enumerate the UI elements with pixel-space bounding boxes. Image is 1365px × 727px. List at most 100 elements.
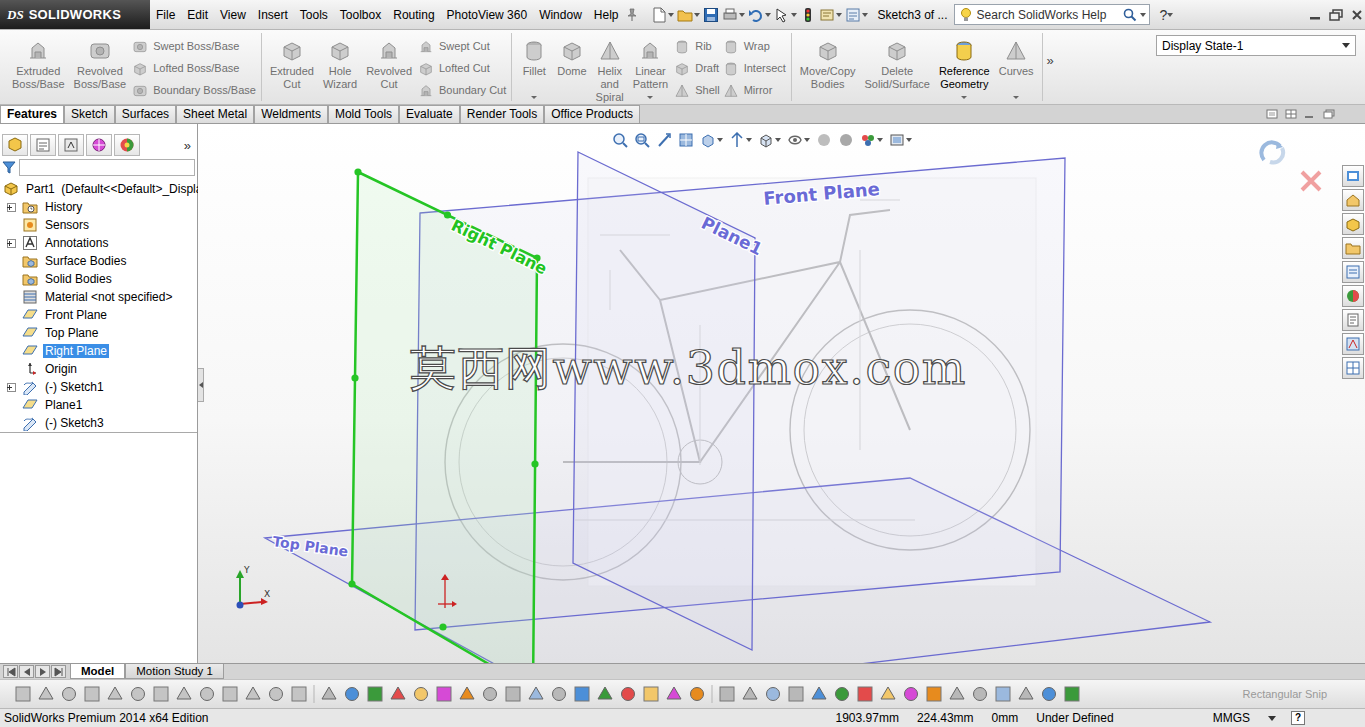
sketch-tool-icon[interactable] [810,685,828,703]
command-tab[interactable]: Mold Tools [328,105,399,123]
tree-item[interactable]: Top Plane [0,324,197,342]
expand-toggle[interactable] [7,383,16,392]
toolbar-button[interactable] [703,7,719,23]
task-pane-tab[interactable] [1342,189,1364,211]
tab-scroll-button[interactable] [35,665,50,678]
restore-icon[interactable] [1329,9,1343,21]
sketch-tool-icon[interactable] [833,685,851,703]
search-input[interactable] [977,8,1120,22]
sketch-tool-icon[interactable] [1063,685,1081,703]
panel-overflow[interactable]: » [184,138,195,153]
sketch-tool-icon[interactable] [244,685,262,703]
viewport-window-icon[interactable] [1323,109,1335,119]
tree-item[interactable]: Material <not specified> [0,288,197,306]
model-scene[interactable]: 莫西网www.3dmox.comFront PlaneRight PlanePl… [198,124,1340,663]
model-tab[interactable]: Motion Study 1 [125,664,224,679]
sketch-tool-icon[interactable] [366,685,384,703]
sketch-tool-icon[interactable] [764,685,782,703]
sketch-tool-icon[interactable] [994,685,1012,703]
toolbar-button[interactable] [819,7,842,23]
sketch-tool-icon[interactable] [718,685,736,703]
sketch-tool-icon[interactable] [481,685,499,703]
plane-handle[interactable] [348,580,355,587]
menu-item[interactable]: Help [588,8,625,22]
ribbon-button[interactable]: Reference Geometry [936,33,993,101]
ribbon-small-button[interactable]: Lofted Boss/Base [132,58,256,79]
feature-manager-tab[interactable] [2,134,28,156]
menu-item[interactable]: Toolbox [334,8,387,22]
task-pane-tab[interactable] [1342,213,1364,235]
command-tab[interactable]: Render Tools [460,105,545,123]
sketch-tool-icon[interactable] [435,685,453,703]
view-tool-button[interactable] [758,132,781,148]
tree-item[interactable]: History [0,198,197,216]
sketch-tool-icon[interactable] [741,685,759,703]
search-box[interactable] [954,4,1150,25]
sketch-tool-icon[interactable] [856,685,874,703]
tree-item[interactable]: Sensors [0,216,197,234]
view-tool-button[interactable] [634,132,650,148]
ribbon-small-button[interactable]: Mirror [723,80,786,101]
view-tool-button[interactable] [838,132,854,148]
viewport-window-icon[interactable] [1266,109,1278,119]
view-tool-button[interactable] [787,132,810,148]
tree-item[interactable]: Right Plane [0,342,197,360]
tree-item[interactable]: Annotations [0,234,197,252]
graphics-area[interactable]: 莫西网www.3dmox.comFront PlaneRight PlanePl… [198,124,1340,663]
tree-root[interactable]: Part1 (Default<<Default>_Displa [0,180,197,198]
tree-item[interactable]: Surface Bodies [0,252,197,270]
plane-handle[interactable] [444,211,451,218]
ribbon-small-button[interactable]: Shell [674,80,719,101]
command-tab[interactable]: Office Products [544,105,640,123]
ribbon-button[interactable]: Revolved Cut [363,33,415,101]
sketch-tool-icon[interactable] [688,685,706,703]
sketch-tool-icon[interactable] [527,685,545,703]
sketch-tool-icon[interactable] [1040,685,1058,703]
ribbon-button[interactable]: Linear Pattern [630,33,671,101]
sketch-tool-icon[interactable] [902,685,920,703]
menu-item[interactable]: File [150,8,181,22]
sketch-tool-icon[interactable] [504,685,522,703]
expand-toggle[interactable] [7,239,16,248]
task-pane-tab[interactable] [1342,333,1364,355]
ribbon-small-button[interactable]: Boundary Boss/Base [132,80,256,101]
view-tool-button[interactable] [816,132,832,148]
sketch-tool-icon[interactable] [596,685,614,703]
view-tool-button[interactable] [700,132,723,148]
sketch-tool-icon[interactable] [221,685,239,703]
sketch-tool-icon[interactable] [879,685,897,703]
view-tool-button[interactable] [889,132,912,148]
confirmation-corner-icon[interactable] [1256,136,1290,170]
sketch-tool-icon[interactable] [129,685,147,703]
command-tab[interactable]: Weldments [254,105,328,123]
menu-item[interactable]: Edit [181,8,214,22]
dropdown-arrow[interactable] [1013,96,1019,99]
sketch-tool-icon[interactable] [642,685,660,703]
toolbar-button[interactable] [774,7,797,23]
sketch-tool-icon[interactable] [971,685,989,703]
viewport-window-icon[interactable] [1304,109,1316,119]
view-tool-button[interactable] [729,132,752,148]
sketch-tool-icon[interactable] [14,685,32,703]
menu-item[interactable]: Routing [387,8,440,22]
view-tool-button[interactable] [656,132,672,148]
feature-manager-tab[interactable] [86,134,112,156]
menu-item[interactable]: PhotoView 360 [441,8,534,22]
plane-handle[interactable] [439,623,446,630]
tree-item[interactable]: (-) Sketch3 [0,414,197,432]
filter-input[interactable] [19,159,195,176]
command-tab[interactable]: Features [0,105,64,123]
toolbar-button[interactable] [651,7,674,23]
sketch-tool-icon[interactable] [573,685,591,703]
viewport-window-icon[interactable] [1285,109,1297,119]
tree-item[interactable]: Front Plane [0,306,197,324]
toolbar-button[interactable] [722,7,745,23]
task-pane-tab[interactable] [1342,309,1364,331]
dropdown-arrow[interactable] [531,96,537,99]
sketch-tool-icon[interactable] [412,685,430,703]
view-tool-button[interactable] [678,132,694,148]
menu-item[interactable]: Insert [252,8,294,22]
view-tool-button[interactable] [860,132,883,148]
sketch-tool-icon[interactable] [152,685,170,703]
sketch-tool-icon[interactable] [550,685,568,703]
